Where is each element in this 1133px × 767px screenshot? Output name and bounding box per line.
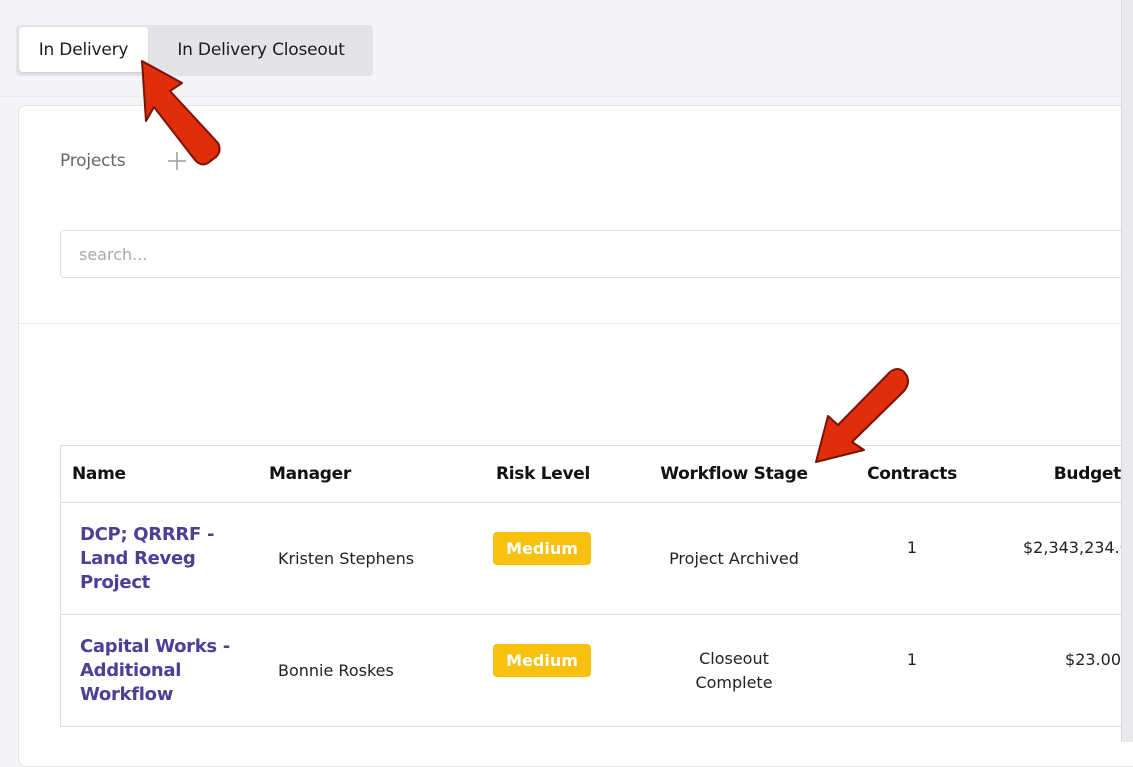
projects-card: Projects Name Manager Risk Level Workflo… <box>18 105 1133 767</box>
contracts-count: 1 <box>906 650 918 669</box>
search-input[interactable] <box>60 230 1133 278</box>
projects-title: Projects <box>60 151 126 171</box>
annotation-arrow-icon <box>141 60 221 166</box>
budget-value: $2,343,234.0 <box>1023 538 1130 557</box>
budget-value: $23.00 <box>1065 650 1121 669</box>
scrollbar[interactable] <box>1121 0 1133 742</box>
projects-table: Name Manager Risk Level Workflow Stage C… <box>60 445 1133 727</box>
project-name-link[interactable]: Capital Works - Additional Workflow <box>80 635 240 707</box>
tab-in-delivery[interactable]: In Delivery <box>19 27 148 72</box>
annotation-arrow-icon <box>815 368 909 463</box>
column-header-manager[interactable]: Manager <box>269 446 351 502</box>
table-row: DCP; QRRRF - Land Reveg Project Kristen … <box>61 502 1133 615</box>
risk-level-badge: Medium <box>493 532 591 565</box>
workflow-stage: Closeout Complete <box>695 649 773 692</box>
project-manager: Bonnie Roskes <box>278 661 394 680</box>
contracts-count: 1 <box>906 538 918 557</box>
project-name-link[interactable]: DCP; QRRRF - Land Reveg Project <box>80 523 240 595</box>
column-header-budget[interactable]: Budget <box>1001 446 1122 502</box>
risk-level-badge: Medium <box>493 644 591 677</box>
card-divider <box>19 323 1133 324</box>
project-manager: Kristen Stephens <box>278 549 415 568</box>
table-row: Capital Works - Additional Workflow Bonn… <box>61 614 1133 727</box>
column-header-workflow-stage[interactable]: Workflow Stage <box>641 446 827 502</box>
column-header-risk-level[interactable]: Risk Level <box>481 446 605 502</box>
column-header-name[interactable]: Name <box>72 446 126 502</box>
workflow-stage: Project Archived <box>669 549 799 568</box>
